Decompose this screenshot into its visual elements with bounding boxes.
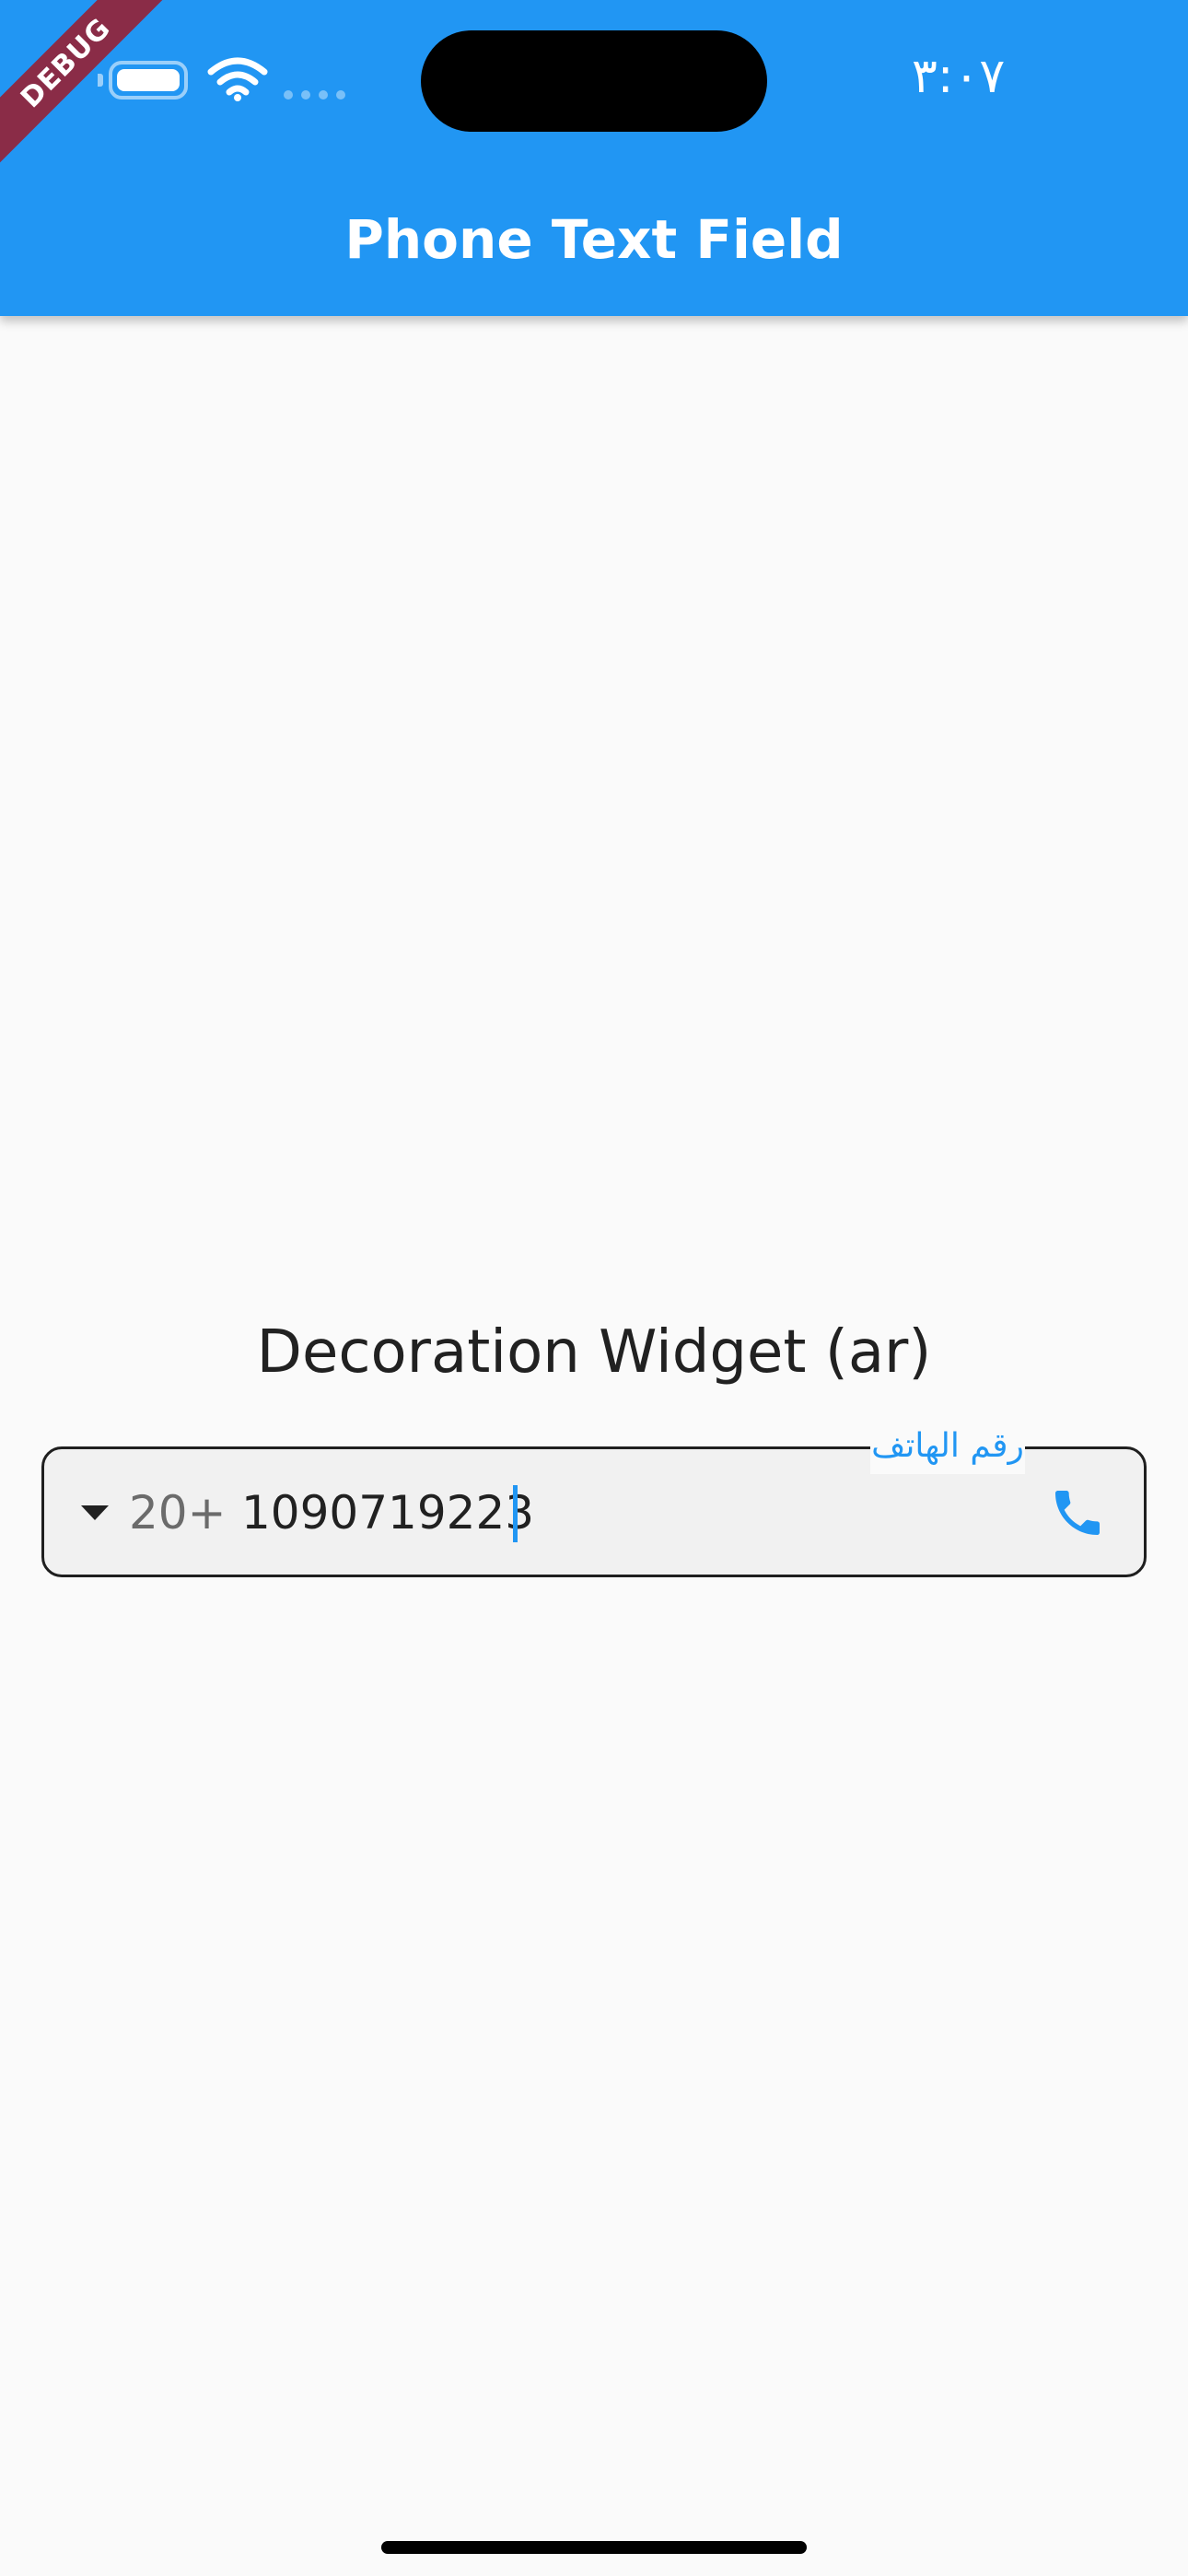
- debug-banner: DEBUG: [0, 0, 184, 184]
- wifi-icon: [207, 57, 268, 101]
- page-title: Phone Text Field: [344, 208, 844, 271]
- dynamic-island: [421, 30, 767, 132]
- text-cursor: [513, 1485, 518, 1542]
- phone-icon: [1055, 1491, 1100, 1535]
- status-time: ٣:٠٧: [912, 49, 1006, 104]
- phone-number-input[interactable]: 1090719223: [241, 1474, 536, 1551]
- country-code-selector[interactable]: 20+: [129, 1474, 230, 1551]
- dropdown-arrow-icon[interactable]: [81, 1504, 109, 1522]
- debug-banner-label: DEBUG: [0, 0, 181, 178]
- screen: ٣:٠٧ Phone Text Field DEBUG Decoration W…: [0, 0, 1188, 2576]
- phone-field-label: رقم الهاتف: [870, 1419, 1025, 1474]
- signal-dots-icon: [284, 90, 345, 100]
- section-title: Decoration Widget (ar): [256, 1318, 932, 1387]
- home-indicator[interactable]: [381, 2541, 807, 2554]
